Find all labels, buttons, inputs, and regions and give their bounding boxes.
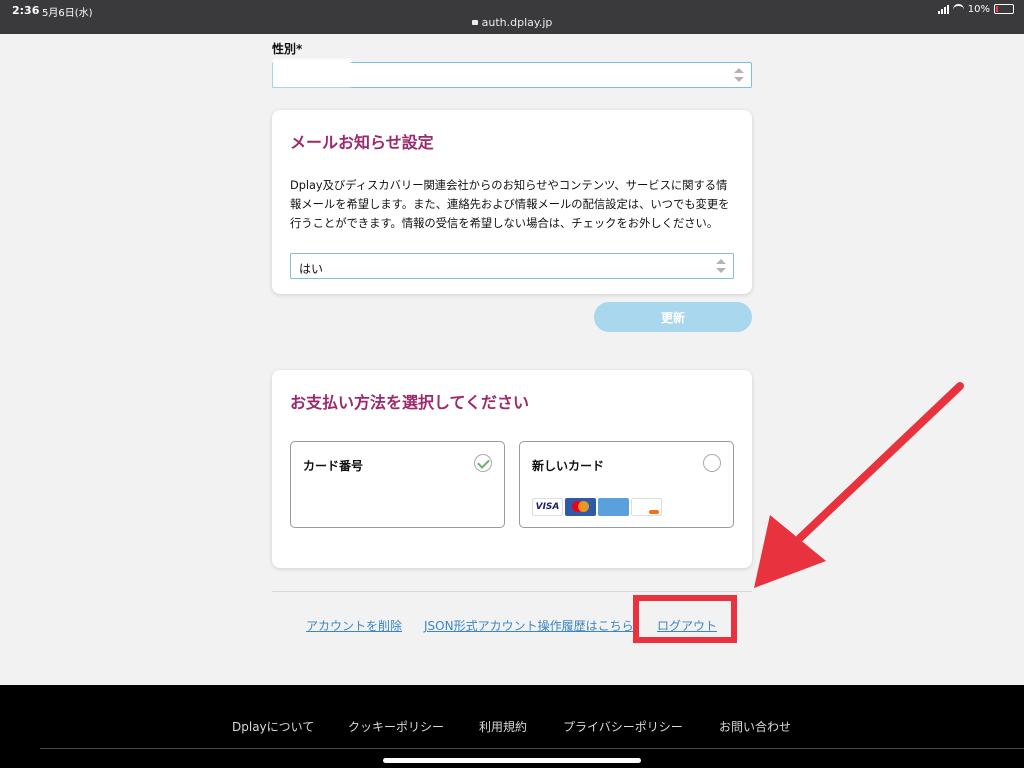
home-indicator[interactable]	[383, 758, 641, 763]
footer-link-contact[interactable]: お問い合わせ	[719, 718, 791, 735]
footer-link-privacy[interactable]: プライバシーポリシー	[563, 718, 683, 735]
footer-link-about[interactable]: Dplayについて	[232, 718, 314, 735]
footer-link-cookie-policy[interactable]: クッキーポリシー	[348, 718, 444, 735]
footer-divider	[40, 748, 1024, 749]
footer: Dplayについて クッキーポリシー 利用規約 プライバシーポリシー お問い合わ…	[0, 685, 1024, 768]
footer-link-terms[interactable]: 利用規約	[479, 718, 527, 735]
annotation-arrow-icon	[754, 382, 964, 588]
